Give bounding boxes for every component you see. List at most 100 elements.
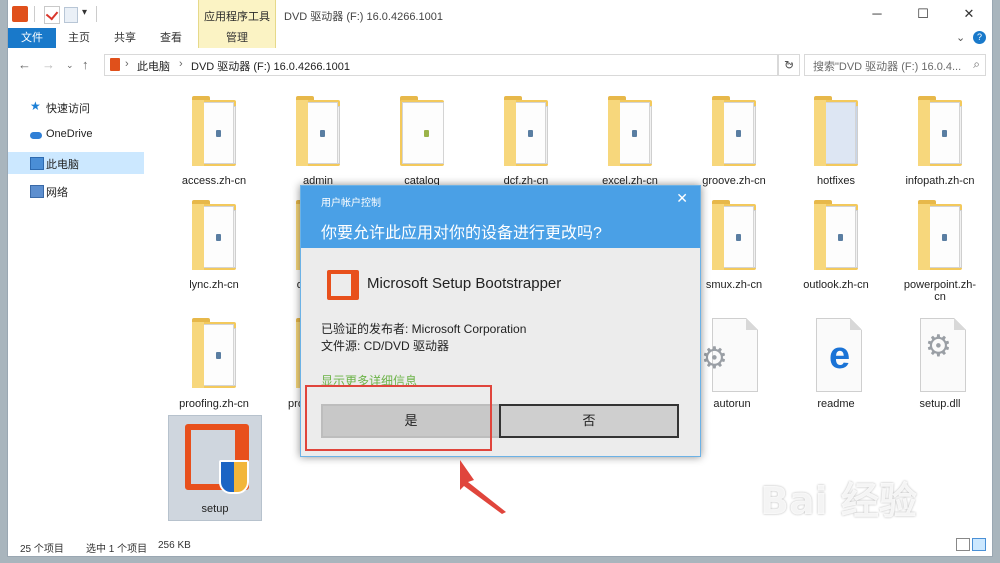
tab-view[interactable]: 查看 (150, 28, 192, 48)
details-view-icon[interactable] (956, 538, 970, 551)
tab-share[interactable]: 共享 (104, 28, 146, 48)
star-icon: ★ (30, 99, 41, 113)
folder-icon (814, 96, 858, 168)
breadcrumb-separator-icon[interactable]: › (179, 58, 183, 70)
new-folder-icon[interactable] (64, 7, 78, 23)
watermark-logo: Bai 经验 (760, 479, 917, 523)
file-name: setup (201, 503, 229, 515)
selection-size: 256 KB (158, 540, 191, 551)
refresh-button[interactable]: ↻ (778, 54, 800, 76)
file-item-selected[interactable]: setup (168, 415, 262, 521)
navigation-pane: ★ 快速访问 OneDrive 此电脑 网络 (8, 82, 146, 530)
search-placeholder: 搜索"DVD 驱动器 (F:) 16.0.4... (813, 61, 962, 73)
network-icon (30, 185, 44, 198)
tab-manage[interactable]: 管理 (198, 28, 276, 48)
context-tab-label: 应用程序工具 (204, 11, 270, 23)
window-title: DVD 驱动器 (F:) 16.0.4266.1001 (284, 11, 443, 23)
computer-icon (30, 157, 44, 170)
properties-icon[interactable] (44, 6, 60, 24)
search-icon: ⌕ (973, 57, 980, 71)
customize-toolbar-icon[interactable]: ▾ (82, 7, 87, 18)
back-icon[interactable]: ← (18, 57, 31, 72)
nav-item-onedrive[interactable]: OneDrive (8, 124, 144, 146)
forward-icon[interactable]: → (42, 57, 55, 72)
tab-file[interactable]: 文件 (8, 28, 56, 48)
divider (34, 6, 35, 22)
title-bar: ▾ 应用程序工具 DVD 驱动器 (F:) 16.0.4266.1001 ─ ☐… (8, 0, 992, 28)
file-name: infopath.zh-cn (905, 175, 975, 187)
folder-icon (814, 200, 858, 272)
file-item[interactable]: e readme (786, 318, 886, 414)
search-input[interactable]: 搜索"DVD 驱动器 (F:) 16.0.4... ⌕ (804, 54, 986, 76)
drive-icon (110, 58, 120, 71)
nav-item-quick-access[interactable]: ★ 快速访问 (8, 96, 144, 118)
file-name: hotfixes (817, 175, 855, 187)
folder-icon (400, 96, 444, 168)
ribbon-tabs: 文件 主页 共享 查看 管理 ⌄ ? (8, 28, 992, 49)
file-item[interactable]: hotfixes (786, 96, 886, 192)
file-item[interactable]: powerpoint.zh-cn (890, 200, 990, 310)
folder-icon (918, 96, 962, 168)
file-name: outlook.zh-cn (803, 279, 869, 291)
nav-item-label: OneDrive (46, 128, 93, 140)
help-icon[interactable]: ? (973, 31, 986, 44)
nav-item-label: 此电脑 (46, 159, 79, 171)
cloud-icon (30, 132, 42, 139)
document-icon: ⚙ (920, 318, 966, 392)
large-icons-view-icon[interactable] (972, 538, 986, 551)
file-source: 文件源: CD/DVD 驱动器 (321, 339, 450, 353)
selection-count: 选中 1 个项目 (86, 544, 148, 555)
uac-question: 你要允许此应用对你的设备进行更改吗? (321, 225, 602, 242)
minimize-button[interactable]: ─ (854, 2, 900, 26)
breadcrumb-separator-icon[interactable]: › (125, 58, 129, 70)
folder-icon (712, 96, 756, 168)
maximize-button[interactable]: ☐ (900, 2, 946, 26)
uac-title: 用户帐户控制 (321, 198, 381, 209)
expand-ribbon-icon[interactable]: ⌄ (956, 31, 965, 44)
close-icon[interactable]: ✕ (676, 190, 688, 207)
edge-icon: e (829, 335, 851, 377)
file-name: setup.dll (919, 398, 961, 410)
file-item[interactable]: catalog (372, 96, 472, 192)
close-button[interactable]: ✕ (946, 2, 992, 26)
file-item[interactable]: groove.zh-cn (684, 96, 784, 192)
tab-home[interactable]: 主页 (58, 28, 100, 48)
item-count: 25 个项目 (20, 544, 64, 555)
file-item[interactable]: ⚙ setup.dll (890, 318, 990, 414)
folder-icon (192, 96, 236, 168)
app-name: Microsoft Setup Bootstrapper (367, 275, 562, 292)
address-bar[interactable]: › 此电脑 › DVD 驱动器 (F:) 16.0.4266.1001 ⌄ (104, 54, 795, 76)
nav-item-this-pc[interactable]: 此电脑 (8, 152, 144, 174)
folder-icon (504, 96, 548, 168)
file-item[interactable]: lync.zh-cn (164, 200, 264, 296)
watermark-url: jingyan.baidu.com (768, 522, 887, 535)
file-item[interactable]: outlook.zh-cn (786, 200, 886, 296)
uac-shield-icon (219, 460, 249, 494)
file-name: powerpoint.zh-cn (890, 279, 990, 303)
file-item[interactable]: excel.zh-cn (580, 96, 680, 192)
file-item[interactable]: infopath.zh-cn (890, 96, 990, 192)
up-icon[interactable]: ↑ (82, 57, 89, 72)
file-item[interactable]: dcf.zh-cn (476, 96, 576, 192)
uac-header: 用户帐户控制 ✕ 你要允许此应用对你的设备进行更改吗? (301, 186, 700, 248)
file-item[interactable]: admin (268, 96, 368, 192)
file-name: readme (817, 398, 855, 410)
office-icon (12, 6, 28, 22)
breadcrumb-dvd-drive[interactable]: DVD 驱动器 (F:) 16.0.4266.1001 (191, 58, 350, 74)
nav-item-label: 网络 (46, 187, 68, 199)
no-button[interactable]: 否 (499, 404, 679, 438)
folder-icon (296, 96, 340, 168)
recent-locations-icon[interactable]: ⌄ (66, 60, 74, 71)
gear-icon: ⚙ (925, 330, 952, 363)
divider (96, 6, 97, 22)
office-icon (327, 270, 359, 300)
file-item[interactable]: access.zh-cn (164, 96, 264, 192)
file-name-line2: cn (934, 291, 946, 303)
file-name: access.zh-cn (181, 175, 247, 187)
gear-icon: ⚙ (701, 342, 728, 375)
folder-icon (608, 96, 652, 168)
breadcrumb-this-pc[interactable]: 此电脑 (137, 58, 170, 74)
document-icon: e (816, 318, 862, 392)
nav-item-network[interactable]: 网络 (8, 180, 144, 202)
highlight-box (305, 385, 492, 451)
